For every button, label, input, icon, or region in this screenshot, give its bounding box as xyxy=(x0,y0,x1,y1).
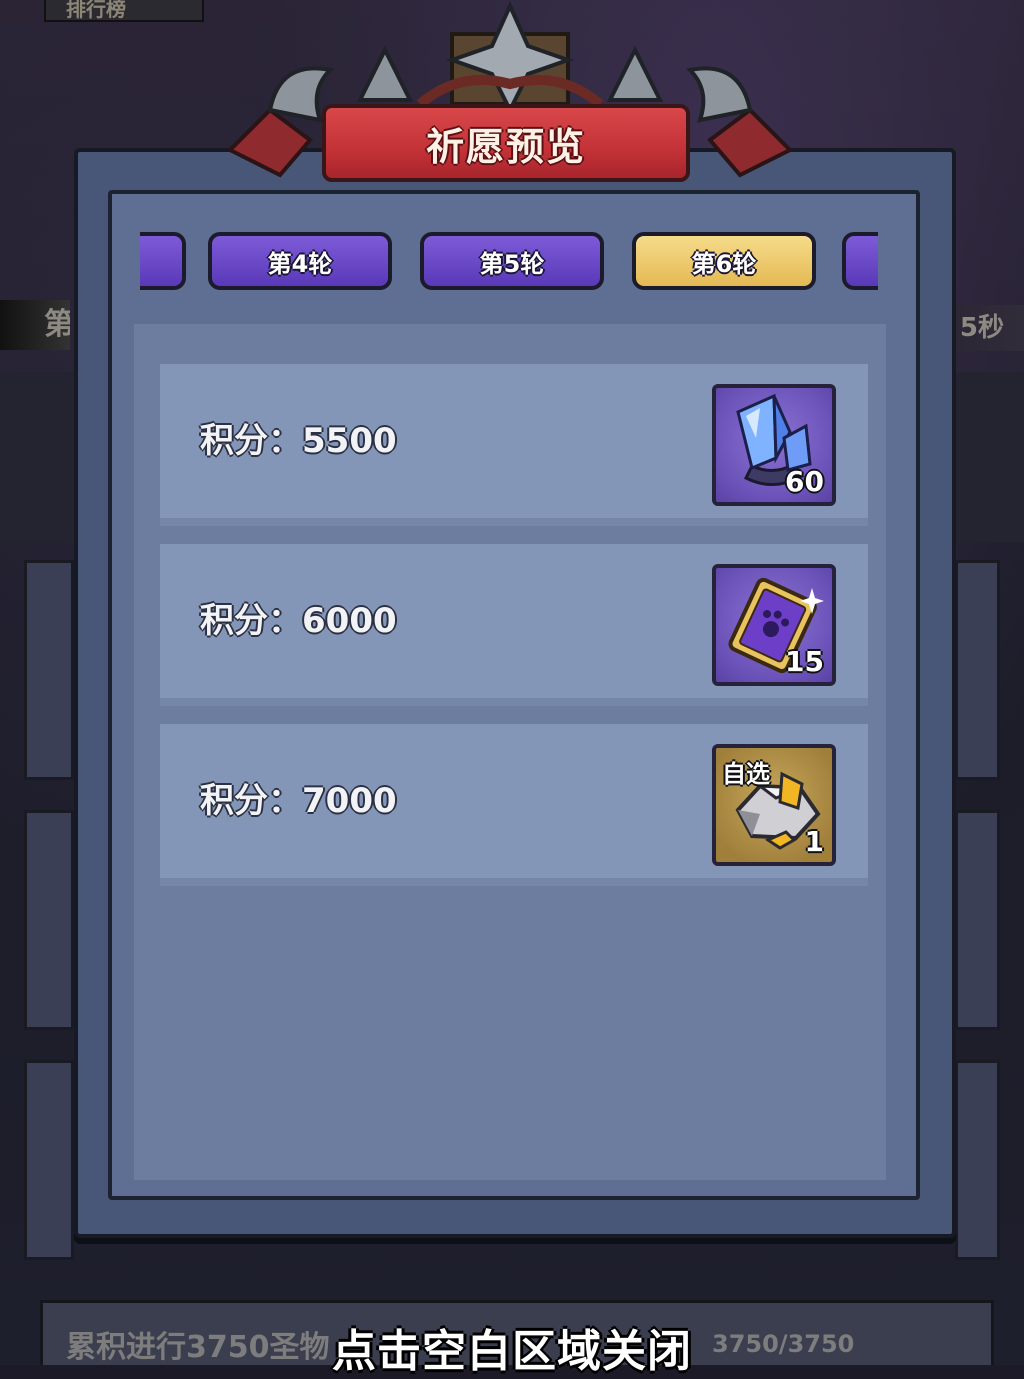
tab-previous-partial[interactable] xyxy=(140,232,186,290)
tab-label: 第6轮 xyxy=(691,249,757,278)
tab-next-partial[interactable] xyxy=(842,232,878,290)
reward-row: 积分：6000 15 xyxy=(160,544,868,706)
tab-round-6[interactable]: 第6轮 xyxy=(632,232,816,290)
tab-round-4[interactable]: 第4轮 xyxy=(208,232,392,290)
tab-label: 第4轮 xyxy=(267,249,333,278)
item-tag: 自选 xyxy=(722,760,770,788)
background-card xyxy=(24,1060,74,1260)
background-timer-text: 5秒 xyxy=(944,305,1024,351)
tab-label: 第5轮 xyxy=(479,249,545,278)
tab-round-5[interactable]: 第5轮 xyxy=(420,232,604,290)
background-left-text: 第 xyxy=(0,300,70,350)
background-card xyxy=(24,810,74,1030)
reward-row: 积分：7000 自选 1 xyxy=(160,724,868,886)
item-count: 15 xyxy=(785,645,824,678)
leaderboard-label: 排行榜 xyxy=(44,0,204,22)
score-label: 积分：5500 xyxy=(200,421,397,461)
reward-row: 积分：5500 60 xyxy=(160,364,868,526)
reward-item[interactable]: 60 xyxy=(712,384,836,506)
score-label: 积分：6000 xyxy=(200,601,397,641)
item-count: 60 xyxy=(785,465,824,498)
close-hint[interactable]: 点击空白区域关闭 xyxy=(0,1315,1024,1379)
background-card xyxy=(955,560,1000,780)
dialog-title: 祈愿预览 xyxy=(425,124,586,169)
reward-item[interactable]: 自选 1 xyxy=(712,744,836,866)
item-count: 1 xyxy=(804,825,824,858)
title-banner: 祈愿预览 xyxy=(322,104,690,182)
score-label: 积分：7000 xyxy=(200,781,397,821)
background-card xyxy=(955,1060,1000,1260)
background-card xyxy=(24,560,74,780)
background-card xyxy=(955,810,1000,1030)
reward-item[interactable]: 15 xyxy=(712,564,836,686)
